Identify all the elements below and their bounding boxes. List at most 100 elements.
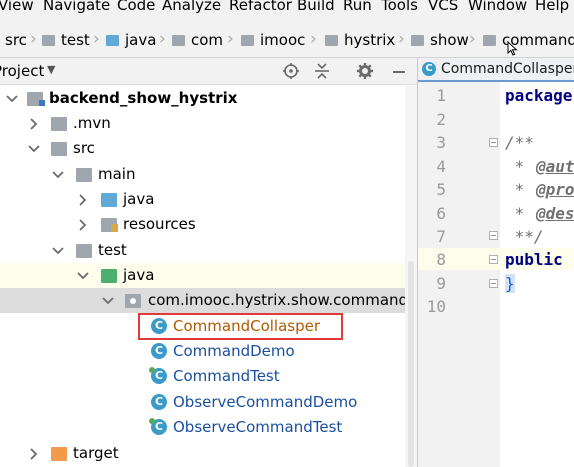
hide-panel-icon[interactable]	[390, 62, 408, 80]
folder-icon	[42, 34, 55, 46]
test-source-folder-icon	[101, 269, 117, 283]
chevron-down-icon[interactable]	[51, 168, 65, 182]
chevron-down-icon[interactable]	[5, 92, 19, 106]
fold-collapse-icon[interactable]	[489, 255, 498, 264]
breadcrumb-label: imooc	[260, 31, 306, 49]
tree-row-main-java[interactable]: java	[0, 187, 417, 212]
menu-tools[interactable]: Tools	[381, 0, 418, 13]
code-line: *	[505, 180, 534, 199]
test-marker-icon	[149, 367, 155, 373]
code-line: @pro	[536, 180, 574, 199]
editor-tab-commandcollasper[interactable]: C CommandCollasper	[422, 61, 574, 77]
chevron-right-icon: ›	[310, 29, 317, 49]
tree-row-test-java[interactable]: java	[0, 263, 417, 288]
code-line: @des	[536, 204, 574, 223]
code-line: package	[505, 86, 573, 105]
fold-collapse-icon[interactable]	[489, 231, 498, 240]
collapse-all-icon[interactable]	[313, 62, 331, 80]
gear-icon[interactable]	[356, 62, 374, 80]
tree-row-resources[interactable]: resources	[0, 212, 417, 237]
chevron-down-icon[interactable]	[27, 142, 41, 156]
tree-scrollbar[interactable]	[405, 86, 417, 467]
tree-label: src	[73, 139, 95, 157]
tree-row-commanddemo[interactable]: C CommandDemo	[0, 339, 417, 364]
excluded-folder-icon	[51, 447, 67, 461]
menu-help[interactable]: Help	[535, 0, 569, 13]
chevron-down-icon[interactable]	[76, 269, 90, 283]
menu-view[interactable]: View	[0, 0, 34, 13]
test-marker-icon	[149, 418, 155, 424]
breadcrumb-hystrix[interactable]: hystrix	[325, 31, 395, 49]
project-panel-header: Project ▼	[0, 58, 417, 85]
line-number: 4	[436, 157, 446, 176]
locate-target-icon[interactable]	[282, 62, 300, 80]
code-line: /**	[505, 133, 534, 152]
source-folder-icon	[101, 193, 117, 207]
line-number: 3	[436, 133, 446, 152]
tree-row-package[interactable]: com.imooc.hystrix.show.command	[0, 288, 417, 313]
tree-label: test	[98, 241, 127, 259]
resources-marker-icon	[111, 224, 118, 232]
navigation-breadcrumb: src › test › java › com › imooc › hystri…	[0, 20, 574, 58]
chevron-down-icon[interactable]	[101, 294, 115, 308]
package-dot-icon	[130, 298, 136, 304]
highlight-box	[138, 313, 343, 340]
line-number: 8	[436, 250, 446, 269]
chevron-down-icon[interactable]: ▼	[47, 63, 55, 76]
menu-run[interactable]: Run	[343, 0, 372, 13]
tree-row-main[interactable]: main	[0, 162, 417, 187]
breadcrumb-command[interactable]: command	[483, 31, 574, 49]
code-line: }	[505, 274, 515, 293]
menu-vcs[interactable]: VCS	[428, 0, 458, 13]
breadcrumb-test[interactable]: test	[42, 31, 90, 49]
breadcrumb-label: show	[430, 31, 469, 49]
line-number: 5	[436, 180, 446, 199]
line-number: 6	[436, 204, 446, 223]
scrollbar-thumb[interactable]	[408, 261, 414, 467]
tree-label: com.imooc.hystrix.show.command	[148, 291, 409, 309]
fold-collapse-icon[interactable]	[489, 279, 498, 288]
chevron-right-icon[interactable]	[76, 218, 90, 232]
class-icon: C	[151, 343, 167, 359]
tree-row-module[interactable]: backend_show_hystrix	[0, 86, 417, 111]
chevron-right-icon: ›	[30, 29, 37, 49]
menu-code[interactable]: Code	[117, 0, 155, 13]
source-folder-icon	[106, 34, 119, 46]
tree-label: backend_show_hystrix	[49, 89, 238, 107]
code-line: *	[505, 204, 534, 223]
tree-row-observecommandtest[interactable]: C ObserveCommandTest	[0, 415, 417, 440]
menu-refactor[interactable]: Refactor	[229, 0, 292, 13]
package-icon	[172, 34, 185, 46]
line-number: 1	[436, 86, 446, 105]
chevron-right-icon: ›	[469, 29, 476, 49]
chevron-right-icon[interactable]	[27, 117, 41, 131]
chevron-right-icon[interactable]	[76, 193, 90, 207]
chevron-down-icon[interactable]	[51, 244, 65, 258]
tree-row-test[interactable]: test	[0, 238, 417, 263]
class-icon: C	[151, 394, 167, 410]
breadcrumb-show[interactable]: show	[411, 31, 469, 49]
menu-build[interactable]: Build	[297, 0, 335, 13]
tree-row-target[interactable]: target	[0, 441, 417, 466]
breadcrumb-java[interactable]: java	[106, 31, 156, 49]
breadcrumb-imooc[interactable]: imooc	[241, 31, 305, 49]
code-line: **/	[505, 227, 544, 246]
breadcrumb-src[interactable]: src	[5, 31, 27, 49]
breadcrumb-com[interactable]: com	[172, 31, 223, 49]
tree-row-mvn[interactable]: .mvn	[0, 111, 417, 136]
tree-row-commandtest[interactable]: C CommandTest	[0, 364, 417, 389]
chevron-right-icon: ›	[159, 29, 166, 49]
chevron-right-icon[interactable]	[27, 447, 41, 461]
tree-row-observecommanddemo[interactable]: C ObserveCommandDemo	[0, 390, 417, 415]
menu-window[interactable]: Window	[468, 0, 527, 13]
tree-row-src[interactable]: src	[0, 136, 417, 161]
fold-collapse-icon[interactable]	[489, 138, 498, 147]
breadcrumb-label: test	[61, 31, 90, 49]
menu-navigate[interactable]: Navigate	[43, 0, 110, 13]
menu-analyze[interactable]: Analyze	[162, 0, 221, 13]
project-panel-title[interactable]: Project	[0, 62, 44, 80]
folder-icon	[76, 168, 92, 182]
tree-label: ObserveCommandDemo	[173, 393, 358, 411]
tree-label: ObserveCommandTest	[173, 418, 343, 436]
tree-label: CommandDemo	[173, 342, 295, 360]
